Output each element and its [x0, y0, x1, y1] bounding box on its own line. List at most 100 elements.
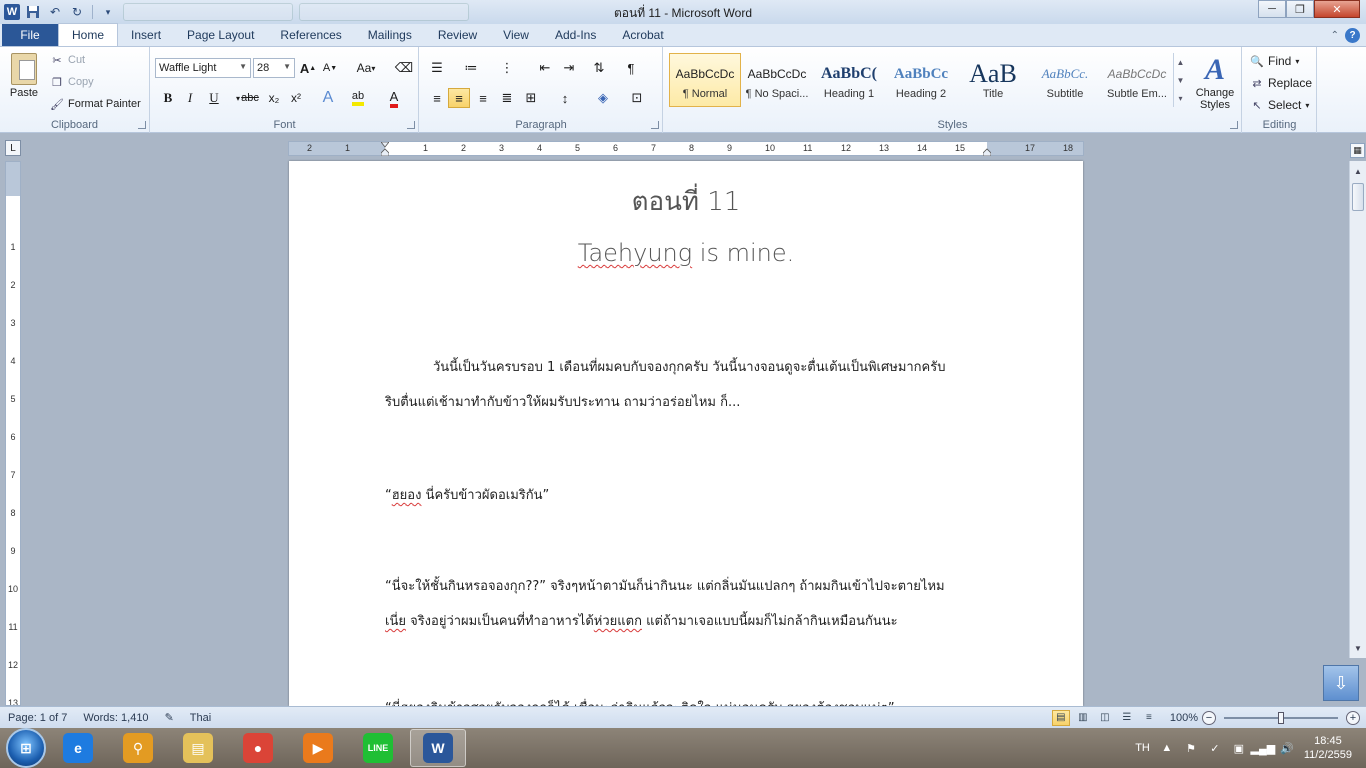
scroll-down-icon[interactable]: ▼ [1350, 640, 1366, 656]
replace-button[interactable]: ⇄ Replace [1250, 73, 1312, 93]
chevron-up-icon[interactable]: ▲ [1177, 58, 1185, 67]
security-icon[interactable]: ✓ [1208, 741, 1222, 755]
copy-button[interactable]: ❐ Copy [50, 73, 94, 91]
tab-acrobat[interactable]: Acrobat [609, 24, 676, 46]
align-left-icon[interactable]: ≡ [426, 88, 448, 108]
taskbar-search-tool[interactable]: ⚲ [110, 729, 166, 767]
line-spacing-icon[interactable]: ↕ [554, 88, 576, 108]
more-styles-icon[interactable]: ▾ [1178, 94, 1182, 103]
strikethrough-button[interactable]: abc [239, 88, 261, 108]
print-layout-icon[interactable]: ▤ [1051, 709, 1070, 726]
minimize-button[interactable]: ─ [1258, 0, 1286, 18]
text-effects-button[interactable]: A [317, 88, 339, 108]
italic-button[interactable]: I [179, 88, 201, 108]
shading-icon[interactable]: ◈ [592, 88, 614, 108]
align-center-icon[interactable]: ≡ [448, 88, 470, 108]
tab-selector[interactable]: L [5, 140, 21, 156]
numbering-icon[interactable]: ≔ [460, 58, 482, 78]
styles-launcher-icon[interactable] [1230, 121, 1238, 129]
borders-icon[interactable]: ⊡ [626, 88, 648, 108]
cut-button[interactable]: ✂ Cut [50, 51, 85, 69]
decrease-indent-icon[interactable]: ⇤ [534, 58, 556, 78]
highlight-button[interactable]: ab [347, 88, 369, 108]
tab-view[interactable]: View [490, 24, 542, 46]
sort-icon[interactable]: ⇅ [588, 58, 610, 78]
font-size-select[interactable]: 28 ▼ [253, 58, 295, 78]
device-icon[interactable]: ▣ [1232, 741, 1246, 755]
tab-file[interactable]: File [2, 24, 58, 46]
align-right-icon[interactable]: ≡ [472, 88, 494, 108]
find-button[interactable]: 🔍 Find ▾ [1250, 51, 1299, 71]
taskbar-media-player[interactable]: ▶ [290, 729, 346, 767]
clear-formatting-icon[interactable]: ⌫ [393, 58, 415, 78]
superscript-button[interactable]: x² [285, 88, 307, 108]
paste-button[interactable]: Paste [6, 53, 42, 111]
format-painter-button[interactable]: 🖌 Format Painter [50, 95, 141, 113]
tab-insert[interactable]: Insert [118, 24, 174, 46]
vertical-ruler[interactable]: 1234567891011121314 [5, 161, 21, 706]
chevron-down-icon[interactable]: ▼ [1177, 76, 1185, 85]
tab-mailings[interactable]: Mailings [355, 24, 425, 46]
underline-button[interactable]: U [203, 88, 225, 108]
taskbar-internet-explorer[interactable]: e [50, 729, 106, 767]
zoom-slider[interactable] [1224, 711, 1338, 724]
tab-home[interactable]: Home [58, 23, 119, 46]
style-subtle-emphasis[interactable]: AaBbCcDc Subtle Em... [1101, 53, 1173, 107]
change-case-button[interactable]: Aa ▾ [351, 58, 381, 78]
shrink-font-button[interactable]: A ▼ [319, 58, 341, 78]
font-launcher-icon[interactable] [407, 121, 415, 129]
zoom-out-icon[interactable]: − [1202, 710, 1216, 725]
minimize-ribbon-icon[interactable]: ⌃ [1331, 30, 1339, 41]
full-screen-reading-icon[interactable]: ▥ [1074, 710, 1092, 726]
document-page[interactable]: ตอนที่ 11 Taehyung is mine. วันนี้เป็นวั… [289, 161, 1083, 706]
right-indent-marker-icon[interactable] [982, 142, 992, 157]
start-button[interactable]: ⊞ [6, 728, 46, 768]
show-hidden-icons-icon[interactable]: ▲ [1160, 741, 1174, 755]
redo-icon[interactable]: ↻ [68, 3, 86, 21]
select-button[interactable]: ↖ Select ▾ [1250, 95, 1309, 115]
zoom-level[interactable]: 100% [1170, 712, 1198, 724]
change-styles-button[interactable]: A Change Styles [1192, 53, 1238, 117]
style-heading-1[interactable]: AaBbC( Heading 1 [813, 53, 885, 107]
taskbar-file-explorer[interactable]: ▤ [170, 729, 226, 767]
font-family-select[interactable]: Waffle Light ▼ [155, 58, 251, 78]
show-formatting-button[interactable]: ¶ [620, 58, 642, 78]
restore-button[interactable]: ❐ [1286, 0, 1314, 18]
action-center-icon[interactable]: ⚑ [1184, 741, 1198, 755]
bullets-icon[interactable]: ☰ [426, 58, 448, 78]
word-app-icon[interactable]: W [4, 4, 20, 20]
tab-add-ins[interactable]: Add-Ins [542, 24, 609, 46]
zoom-in-icon[interactable]: + [1346, 710, 1360, 725]
page-count[interactable]: Page: 1 of 7 [0, 712, 75, 724]
scroll-up-icon[interactable]: ▲ [1350, 163, 1366, 179]
clipboard-launcher-icon[interactable] [138, 121, 146, 129]
help-icon[interactable]: ? [1345, 27, 1360, 43]
taskbar-chrome[interactable]: ● [230, 729, 286, 767]
style-heading-2[interactable]: AaBbCc Heading 2 [885, 53, 957, 107]
proofing-icon[interactable]: ✎ [157, 711, 182, 724]
styles-gallery-scroll[interactable]: ▲ ▼ ▾ [1173, 53, 1187, 107]
volume-icon[interactable]: 🔊 [1280, 741, 1294, 755]
bold-button[interactable]: B [157, 88, 179, 108]
network-icon[interactable]: ▂▄▆ [1251, 741, 1276, 755]
justify-icon[interactable]: ≣ [496, 88, 518, 108]
close-button[interactable]: ✕ [1314, 0, 1360, 18]
customize-qat-icon[interactable]: ▾ [99, 3, 117, 21]
font-color-button[interactable]: A [383, 88, 405, 108]
style-subtitle[interactable]: AaBbCc. Subtitle [1029, 53, 1101, 107]
tab-page-layout[interactable]: Page Layout [174, 24, 267, 46]
taskbar-line[interactable]: LINE [350, 729, 406, 767]
web-layout-icon[interactable]: ◫ [1096, 710, 1114, 726]
undo-icon[interactable]: ↶ [46, 3, 64, 21]
style-normal[interactable]: AaBbCcDc ¶ Normal [669, 53, 741, 107]
tab-review[interactable]: Review [425, 24, 490, 46]
style-title[interactable]: AaB Title [957, 53, 1029, 107]
word-count[interactable]: Words: 1,410 [75, 712, 156, 724]
increase-indent-icon[interactable]: ⇥ [558, 58, 580, 78]
language-bar[interactable]: TH [1135, 742, 1150, 754]
multilevel-list-icon[interactable]: ⋮ [496, 58, 518, 78]
draft-icon[interactable]: ≡ [1140, 710, 1158, 726]
subscript-button[interactable]: x₂ [263, 88, 285, 108]
distributed-icon[interactable]: ⊞ [520, 88, 542, 108]
browse-object-icon[interactable]: ⇩ [1323, 665, 1359, 701]
